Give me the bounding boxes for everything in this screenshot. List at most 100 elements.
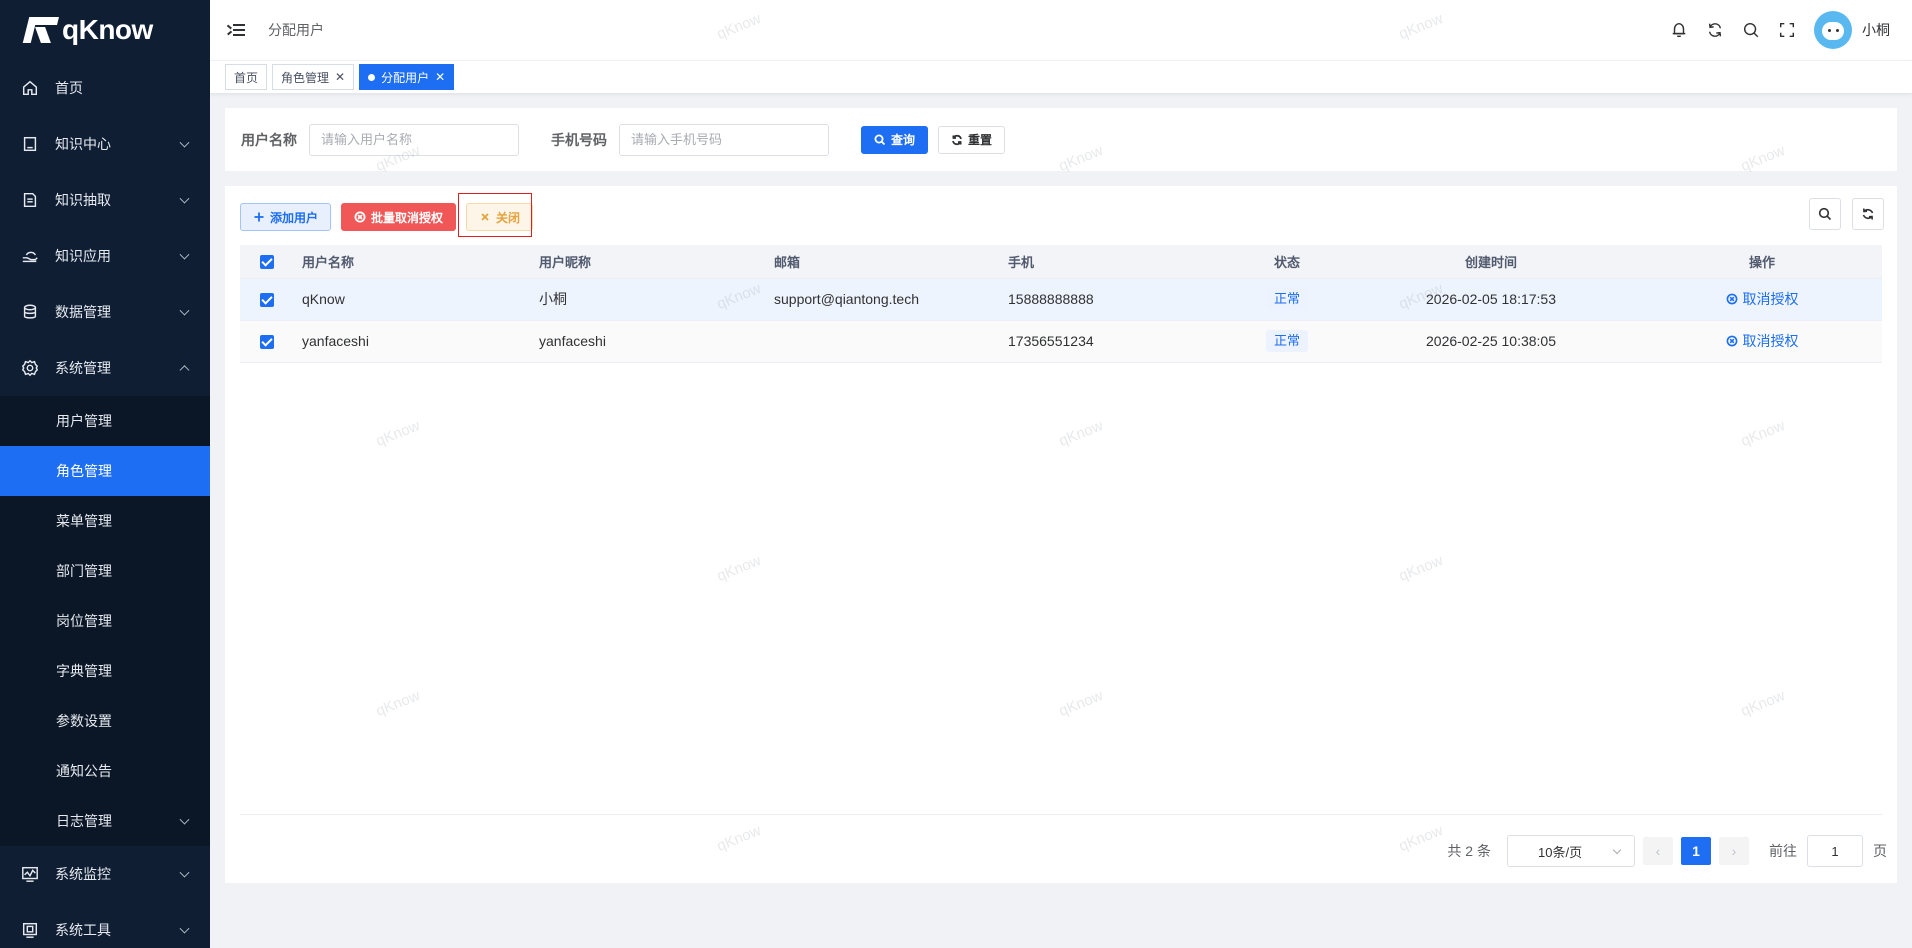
sidebar-item-data-management[interactable]: 数据管理 bbox=[0, 284, 210, 340]
column-header: 邮箱 bbox=[766, 245, 1000, 279]
phone-label: 手机号码 bbox=[551, 131, 607, 148]
query-button[interactable]: 查询 bbox=[861, 125, 929, 154]
active-dot-icon bbox=[368, 73, 376, 81]
tab-home[interactable]: 首页 bbox=[225, 64, 268, 90]
sidebar-item-knowledge-extract[interactable]: 知识抽取 bbox=[0, 172, 210, 228]
sidebar-item-label: 知识抽取 bbox=[55, 192, 111, 208]
goto-page-input[interactable] bbox=[1807, 835, 1863, 867]
bell-icon[interactable] bbox=[1668, 19, 1690, 41]
cell-status: 正常 bbox=[1234, 320, 1340, 363]
add-user-button[interactable]: 添加用户 bbox=[240, 203, 332, 231]
prev-page-button[interactable]: ‹ bbox=[1643, 837, 1673, 865]
username-input[interactable] bbox=[309, 123, 519, 156]
tab-role-management[interactable]: 角色管理 ✕ bbox=[272, 64, 355, 90]
tags-view: 首页 角色管理 ✕ 分配用户 ✕ bbox=[210, 60, 1912, 94]
page-number-button[interactable]: 1 bbox=[1681, 837, 1711, 865]
user-name[interactable]: 小桐 bbox=[1862, 20, 1890, 40]
cell-email: support@qiantong.tech bbox=[766, 278, 1000, 321]
username-label: 用户名称 bbox=[241, 131, 297, 148]
sidebar-item-system-tools[interactable]: 系统工具 bbox=[0, 902, 210, 948]
refresh-icon[interactable] bbox=[1704, 19, 1726, 41]
gear-icon bbox=[20, 358, 40, 378]
chevron-down-icon bbox=[179, 137, 190, 148]
reset-button[interactable]: 重置 bbox=[938, 125, 1006, 154]
page-size-select[interactable]: 10条/页 bbox=[1507, 835, 1635, 867]
system-submenu: 用户管理 角色管理 菜单管理 部门管理 岗位管理 字典管理 参数设置 通知公告 … bbox=[0, 396, 210, 846]
monitor-icon bbox=[20, 864, 40, 884]
search-icon[interactable] bbox=[1740, 19, 1762, 41]
cancel-auth-link[interactable]: 取消授权 bbox=[1726, 289, 1799, 309]
sidebar-item-role-management[interactable]: 角色管理 bbox=[0, 446, 210, 496]
chevron-down-icon bbox=[1612, 845, 1622, 855]
table-row[interactable]: qKnow 小桐 support@qiantong.tech 158888888… bbox=[240, 278, 1882, 321]
divider bbox=[240, 814, 1882, 815]
main-content: 添加用户 批量取消授权 关闭 用户名称 用户昵称 邮箱 手机 状态 创建时间 操… bbox=[225, 186, 1897, 883]
chevron-down-icon bbox=[179, 814, 190, 825]
sidebar-item-notice[interactable]: 通知公告 bbox=[0, 746, 210, 796]
cell-username: yanfaceshi bbox=[294, 320, 531, 363]
table-tools bbox=[1798, 198, 1884, 230]
chevron-down-icon bbox=[179, 305, 190, 316]
sidebar-item-label: 日志管理 bbox=[56, 813, 112, 829]
sidebar-item-param-settings[interactable]: 参数设置 bbox=[0, 696, 210, 746]
row-select-cell bbox=[240, 320, 294, 363]
sidebar-item-knowledge-apply[interactable]: 知识应用 bbox=[0, 228, 210, 284]
tab-label: 角色管理 bbox=[281, 70, 330, 85]
sidebar-item-label: 首页 bbox=[55, 80, 83, 96]
sidebar-item-dept-management[interactable]: 部门管理 bbox=[0, 546, 210, 596]
page-suffix: 页 bbox=[1873, 843, 1887, 859]
next-page-button[interactable]: › bbox=[1719, 837, 1749, 865]
toggle-search-button[interactable] bbox=[1809, 198, 1841, 230]
row-checkbox[interactable] bbox=[260, 293, 274, 308]
sidebar-item-knowledge-center[interactable]: 知识中心 bbox=[0, 116, 210, 172]
row-checkbox[interactable] bbox=[260, 335, 274, 350]
sidebar-item-log-management[interactable]: 日志管理 bbox=[0, 796, 210, 846]
sidebar-item-user-management[interactable]: 用户管理 bbox=[0, 396, 210, 446]
close-icon[interactable]: ✕ bbox=[335, 70, 345, 84]
select-all-checkbox[interactable] bbox=[260, 255, 274, 270]
table-row[interactable]: yanfaceshi yanfaceshi 17356551234 正常 202… bbox=[240, 320, 1882, 363]
sidebar-item-system-management[interactable]: 系统管理 bbox=[0, 340, 210, 396]
cell-created: 2026-02-05 18:17:53 bbox=[1340, 278, 1642, 321]
phone-input[interactable] bbox=[619, 123, 829, 156]
fullscreen-icon[interactable] bbox=[1776, 19, 1798, 41]
sidebar-item-menu-management[interactable]: 菜单管理 bbox=[0, 496, 210, 546]
pagination: 共 2 条 10条/页 ‹ 1 › 前往 页 bbox=[1447, 835, 1887, 867]
home-icon bbox=[20, 78, 40, 98]
cell-email bbox=[766, 320, 1000, 363]
cell-username: qKnow bbox=[294, 278, 531, 321]
sidebar-item-home[interactable]: 首页 bbox=[0, 60, 210, 116]
avatar[interactable] bbox=[1814, 11, 1852, 49]
cell-created: 2026-02-25 10:38:05 bbox=[1340, 320, 1642, 363]
cancel-circle-icon bbox=[1726, 335, 1737, 347]
column-header: 用户昵称 bbox=[531, 245, 766, 279]
close-icon[interactable]: ✕ bbox=[435, 70, 445, 84]
cell-phone: 15888888888 bbox=[1000, 278, 1234, 321]
top-header: 分配用户 小桐 bbox=[210, 0, 1912, 60]
tab-assign-users[interactable]: 分配用户 ✕ bbox=[359, 64, 455, 90]
plus-icon bbox=[254, 212, 264, 222]
sidebar-item-post-management[interactable]: 岗位管理 bbox=[0, 596, 210, 646]
sidebar-toggle-icon[interactable] bbox=[226, 20, 246, 40]
refresh-table-button[interactable] bbox=[1852, 198, 1884, 230]
batch-cancel-auth-button[interactable]: 批量取消授权 bbox=[341, 203, 457, 231]
cancel-auth-link[interactable]: 取消授权 bbox=[1726, 331, 1799, 351]
goto-label: 前往 bbox=[1769, 843, 1797, 859]
select-all-cell bbox=[240, 245, 294, 279]
sidebar-item-dict-management[interactable]: 字典管理 bbox=[0, 646, 210, 696]
book-icon bbox=[20, 134, 40, 154]
page-size-value: 10条/页 bbox=[1538, 844, 1583, 860]
header-actions: 小桐 bbox=[1654, 0, 1890, 60]
link-label: 取消授权 bbox=[1742, 333, 1799, 349]
chevron-down-icon bbox=[179, 923, 190, 934]
sidebar-item-label: 数据管理 bbox=[55, 304, 111, 320]
tab-label: 分配用户 bbox=[381, 70, 430, 85]
brand-name: qKnow bbox=[62, 14, 153, 45]
breadcrumb: 分配用户 bbox=[268, 22, 324, 38]
sidebar-item-label: 系统管理 bbox=[55, 360, 111, 376]
sidebar-item-system-monitor[interactable]: 系统监控 bbox=[0, 846, 210, 902]
highlight-box bbox=[458, 193, 532, 237]
cancel-circle-icon bbox=[354, 211, 366, 223]
logo[interactable]: qKnow bbox=[0, 0, 210, 60]
status-badge: 正常 bbox=[1265, 288, 1308, 310]
